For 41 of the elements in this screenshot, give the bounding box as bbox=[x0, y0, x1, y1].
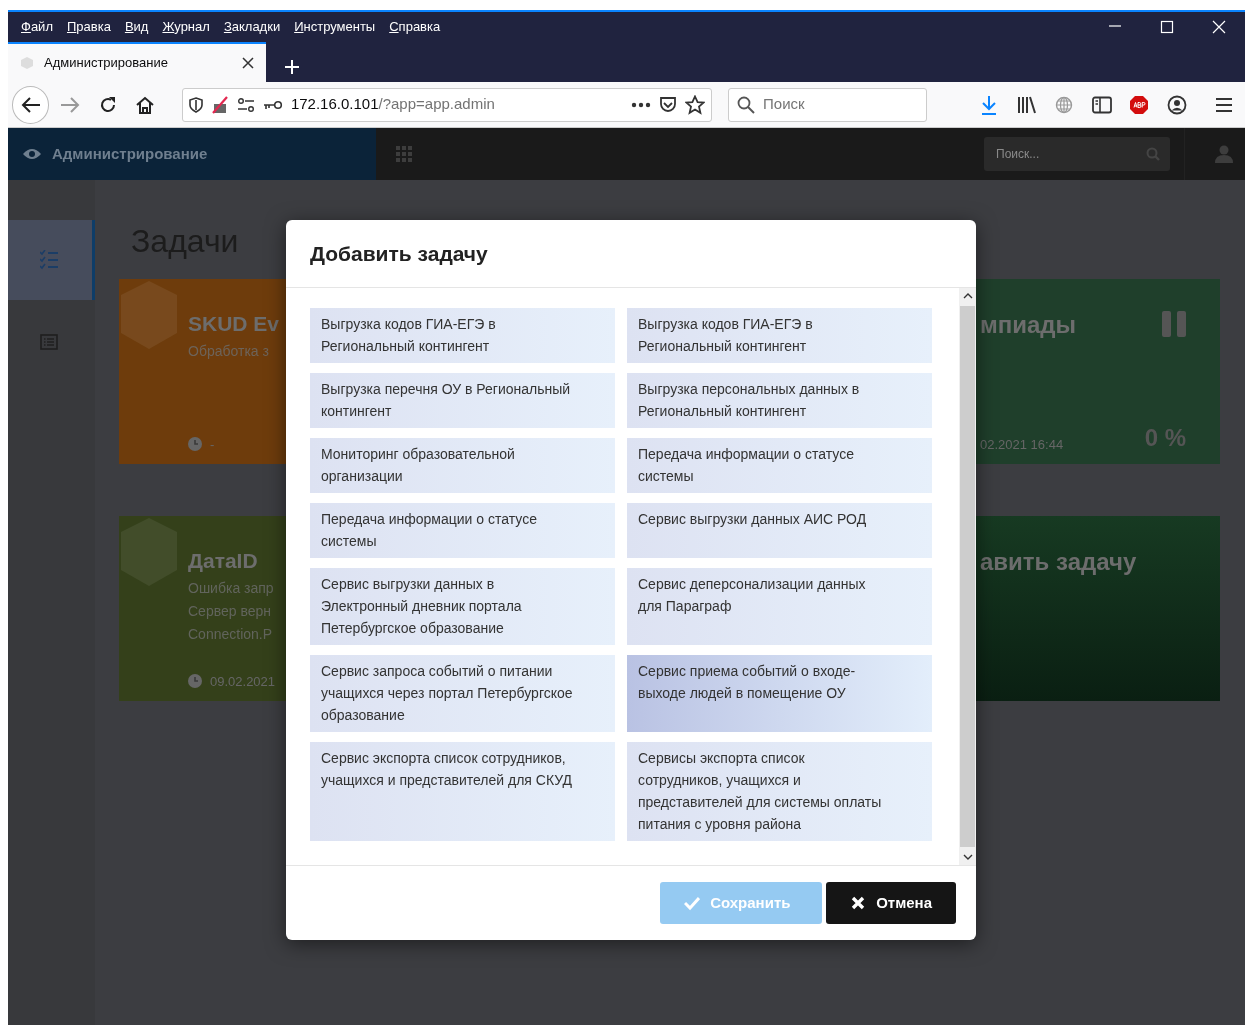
card-title: ДатаID bbox=[188, 548, 259, 574]
search-field[interactable]: Поиск... bbox=[984, 137, 1170, 171]
card-time: 09.02.2021 bbox=[210, 672, 276, 691]
task-option[interactable]: Сервис экспорта список сотрудников, учащихся и представителей для СКУД bbox=[310, 742, 615, 841]
card-title: авить задачу bbox=[980, 548, 1137, 577]
task-option[interactable]: Сервисы экспорта список сотрудников, учащихся и представителей для системы оплаты питания с уровня района bbox=[627, 742, 932, 841]
cancel-button[interactable]: Отмена bbox=[826, 882, 956, 924]
menu-item[interactable]: Закладки bbox=[216, 17, 288, 37]
search-field[interactable]: Поиск bbox=[728, 87, 928, 122]
card-time: 02.2021 16:44 bbox=[980, 435, 1064, 454]
task-option[interactable]: Выгрузка перечня ОУ в Региональный контингент bbox=[310, 373, 615, 428]
menu-item[interactable]: Вид bbox=[117, 17, 156, 37]
task-option[interactable]: Выгрузка кодов ГИА-ЕГЭ в Региональный контингент bbox=[310, 308, 615, 363]
card-description: Обработка з bbox=[188, 342, 270, 362]
task-option[interactable]: Выгрузка кодов ГИА-ЕГЭ в Региональный контингент bbox=[627, 308, 932, 363]
task-option[interactable]: Сервис выгрузки данных АИС РОД bbox=[627, 503, 932, 558]
modal-title: Добавить задачу bbox=[310, 240, 488, 267]
menu-item[interactable]: Файл bbox=[14, 17, 60, 37]
task-option[interactable]: Передача информации о статусе системы bbox=[627, 438, 932, 493]
brand-title: Администрирование bbox=[52, 143, 208, 164]
browser-tab[interactable]: Администрирование bbox=[8, 42, 266, 82]
card-title: SKUD Ev bbox=[188, 311, 281, 337]
task-option[interactable]: Передача информации о статусе системы bbox=[310, 503, 615, 558]
card-time: - bbox=[210, 435, 215, 454]
card-description: Сервер верн bbox=[188, 602, 272, 622]
card-description: Ошибка запр bbox=[188, 579, 275, 599]
task-option[interactable]: Сервис выгрузки данных в Электронный дневник портала Петербургское образование bbox=[310, 568, 615, 645]
card-description: Connection.P bbox=[188, 625, 274, 645]
search-input[interactable]: Поиск bbox=[761, 92, 919, 117]
menu-item[interactable]: Справка bbox=[382, 17, 448, 37]
task-option[interactable]: Сервис приема событий о входе-выходе людей в помещение ОУ bbox=[627, 655, 932, 732]
task-option[interactable]: Сервис деперсонализации данных для Параграф bbox=[627, 568, 932, 645]
task-option[interactable]: Мониторинг образовательной организации bbox=[310, 438, 615, 493]
tab-title: Администрирование bbox=[44, 54, 169, 73]
task-option[interactable]: Выгрузка персональных данных в Региональный контингент bbox=[627, 373, 932, 428]
card-title: мпиады bbox=[980, 311, 1077, 340]
search-input[interactable]: Поиск... bbox=[994, 144, 1146, 164]
menu-item[interactable]: Инструменты bbox=[287, 17, 383, 37]
menu-item[interactable]: Правка bbox=[59, 17, 118, 37]
menu-item[interactable]: Журнал bbox=[155, 17, 217, 37]
task-option[interactable]: Сервис запроса событий о питании учащихся через портал Петербургское образование bbox=[310, 655, 615, 732]
